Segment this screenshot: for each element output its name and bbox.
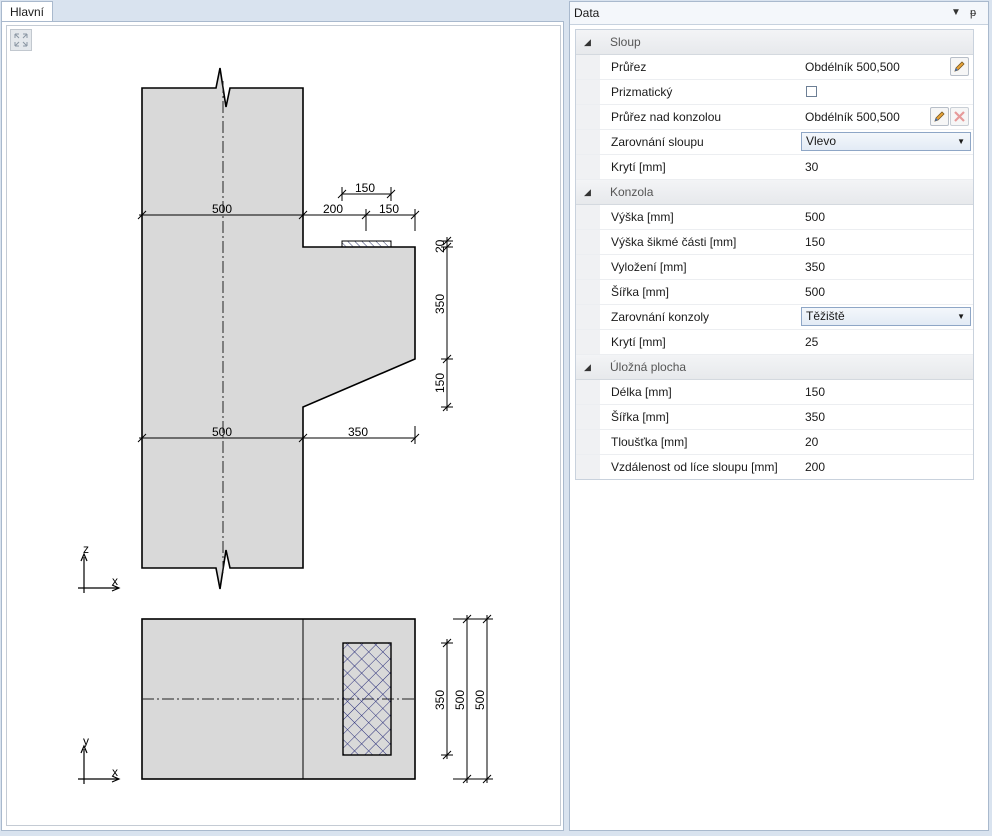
bearing-pad-plan xyxy=(342,642,392,756)
expand-icon xyxy=(14,33,28,47)
row-label: Šířka [mm] xyxy=(611,285,670,299)
drawing-canvas[interactable]: 500 200 150 150 20 350 150 500 350 z x 3… xyxy=(6,25,561,826)
row-kryti-sloup[interactable]: Krytí [mm] 30 xyxy=(576,155,973,180)
row-prizmaticky[interactable]: Prizmatický xyxy=(576,80,973,105)
tab-hlavni[interactable]: Hlavní xyxy=(1,1,54,22)
row-label: Vzdálenost od líce sloupu [mm] xyxy=(611,460,778,474)
row-delka[interactable]: Délka [mm] 150 xyxy=(576,380,973,405)
row-value: 500 xyxy=(805,285,826,299)
data-panel-title: Data xyxy=(574,6,600,20)
select-value: Těžiště xyxy=(806,309,845,323)
row-value: 200 xyxy=(805,460,826,474)
bearing-pad xyxy=(341,240,392,248)
row-value: Obdélník 500,500 xyxy=(805,110,900,124)
dim-top-gap: 200 xyxy=(323,202,343,216)
tab-hlavni-label: Hlavní xyxy=(10,5,45,19)
row-label: Zarovnání konzoly xyxy=(611,310,710,324)
chevron-down-icon: ▼ xyxy=(957,312,965,321)
row-label: Vyložení [mm] xyxy=(611,260,687,274)
pin-icon[interactable]: ᵽ xyxy=(970,2,976,24)
row-label: Prizmatický xyxy=(611,85,673,99)
column-elevation xyxy=(141,67,416,590)
row-label: Tloušťka [mm] xyxy=(611,435,688,449)
dim-v-thick: 20 xyxy=(433,239,447,253)
section-ulozna-plocha[interactable]: ◢ Úložná plocha xyxy=(576,355,973,380)
dim-plan-w2: 500 xyxy=(473,690,487,710)
row-value: 500 xyxy=(805,210,826,224)
row-prurez[interactable]: Průřez Obdélník 500,500 xyxy=(576,55,973,80)
row-zarovnani-konzoly[interactable]: Zarovnání konzoly Těžiště ▼ xyxy=(576,305,973,330)
row-label: Zarovnání sloupu xyxy=(611,135,704,149)
dim-top-col: 500 xyxy=(212,202,232,216)
row-label: Průřez nad konzolou xyxy=(611,110,722,124)
row-label: Průřez xyxy=(611,60,647,74)
row-prurez-nad-konzolou[interactable]: Průřez nad konzolou Obdélník 500,500 xyxy=(576,105,973,130)
row-value: 25 xyxy=(805,335,819,349)
row-label: Krytí [mm] xyxy=(611,335,666,349)
property-grid: ◢ Sloup Průřez Obdélník 500,500 Prizmati… xyxy=(575,29,974,480)
row-value: 350 xyxy=(805,410,826,424)
row-kryti-konzola[interactable]: Krytí [mm] 25 xyxy=(576,330,973,355)
edit-button[interactable] xyxy=(930,107,949,126)
row-value: 20 xyxy=(805,435,819,449)
row-zarovnani-sloupu[interactable]: Zarovnání sloupu Vlevo ▼ xyxy=(576,130,973,155)
collapse-triangle-icon[interactable]: ◢ xyxy=(584,30,591,54)
select-value: Vlevo xyxy=(806,134,837,148)
row-label: Šířka [mm] xyxy=(611,410,670,424)
row-vyska-sikme[interactable]: Výška šikmé části [mm] 150 xyxy=(576,230,973,255)
section-title: Úložná plocha xyxy=(610,360,687,374)
axis-x-label-2: x xyxy=(112,765,118,779)
row-vyska[interactable]: Výška [mm] 500 xyxy=(576,205,973,230)
dim-v-slope: 150 xyxy=(433,373,447,393)
maximize-button[interactable] xyxy=(10,29,32,51)
axis-x-label-1: x xyxy=(112,574,118,588)
row-label: Délka [mm] xyxy=(611,385,672,399)
axis-y-label: y xyxy=(83,734,89,748)
section-title: Konzola xyxy=(610,185,654,199)
row-value: Obdélník 500,500 xyxy=(805,60,900,74)
drawing-svg: 500 200 150 150 20 350 150 500 350 z x 3… xyxy=(78,67,493,784)
dim-mid-cant: 350 xyxy=(348,425,368,439)
section-title: Sloup xyxy=(610,35,641,49)
row-value: 150 xyxy=(805,235,826,249)
row-tloustka[interactable]: Tloušťka [mm] 20 xyxy=(576,430,973,455)
row-sirka[interactable]: Šířka [mm] 500 xyxy=(576,280,973,305)
zarovnani-sloupu-select[interactable]: Vlevo ▼ xyxy=(801,132,971,151)
dim-plan-w1: 500 xyxy=(453,690,467,710)
row-value: 350 xyxy=(805,260,826,274)
row-vzdalenost[interactable]: Vzdálenost od líce sloupu [mm] 200 xyxy=(576,455,973,479)
collapse-triangle-icon[interactable]: ◢ xyxy=(584,355,591,379)
dim-plan-pad: 350 xyxy=(433,690,447,710)
zarovnani-konzoly-select[interactable]: Těžiště ▼ xyxy=(801,307,971,326)
row-value: 150 xyxy=(805,385,826,399)
dim-mid-col: 500 xyxy=(212,425,232,439)
section-konzola[interactable]: ◢ Konzola xyxy=(576,180,973,205)
section-sloup[interactable]: ◢ Sloup xyxy=(576,30,973,55)
dim-top-pad: 150 xyxy=(379,202,399,216)
pencil-icon xyxy=(954,61,965,72)
row-label: Výška šikmé části [mm] xyxy=(611,235,737,249)
collapse-triangle-icon[interactable]: ◢ xyxy=(584,180,591,204)
prizmaticky-checkbox[interactable] xyxy=(806,86,817,97)
delete-button[interactable] xyxy=(950,107,969,126)
pencil-icon xyxy=(934,111,945,122)
row-vylozeni[interactable]: Vyložení [mm] 350 xyxy=(576,255,973,280)
chevron-down-icon: ▼ xyxy=(957,137,965,146)
row-label: Výška [mm] xyxy=(611,210,674,224)
row-sirka-plocha[interactable]: Šířka [mm] 350 xyxy=(576,405,973,430)
axis-z-label: z xyxy=(83,542,89,556)
edit-button[interactable] xyxy=(950,57,969,76)
close-icon xyxy=(954,111,965,122)
dim-v-height: 350 xyxy=(433,294,447,314)
row-label: Krytí [mm] xyxy=(611,160,666,174)
row-value: 30 xyxy=(805,160,819,174)
dim-pad-len: 150 xyxy=(355,181,375,195)
data-panel: Data ▼ ᵽ ◢ Sloup Průřez Obdélník 500,500… xyxy=(569,1,989,831)
data-panel-header: Data ▼ ᵽ xyxy=(570,2,988,25)
dropdown-icon[interactable]: ▼ xyxy=(951,2,961,24)
